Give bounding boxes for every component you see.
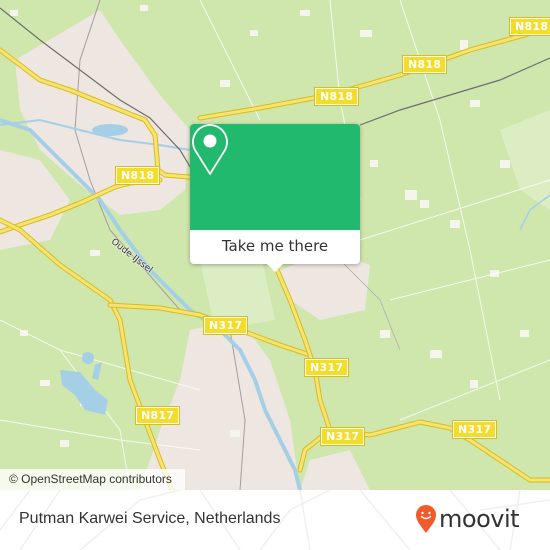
road-label-n317: N317 xyxy=(319,427,366,446)
road-label-n818: N818 xyxy=(114,166,161,185)
road-label-n317: N317 xyxy=(451,420,498,439)
moovit-logo[interactable]: moovit xyxy=(415,502,520,536)
popup-pointer xyxy=(266,263,284,272)
road-label-n818: N818 xyxy=(313,87,360,106)
map-pin-icon xyxy=(192,124,228,175)
road-label-n317: N317 xyxy=(202,316,249,335)
popup-header xyxy=(190,124,360,230)
take-me-there-button[interactable]: Take me there xyxy=(190,230,360,264)
map-view[interactable]: N818 N818 N818 N818 N317 N317 N317 N317 … xyxy=(0,0,550,490)
map-attribution[interactable]: © OpenStreetMap contributors xyxy=(0,469,185,490)
lake xyxy=(92,362,102,380)
road-label-n818: N818 xyxy=(508,17,550,36)
road-label-n817: N817 xyxy=(134,406,181,425)
road-label-n317: N317 xyxy=(303,358,350,377)
moovit-pin-icon xyxy=(416,505,436,533)
place-name: Putman Karwei Service, Netherlands xyxy=(19,510,281,527)
footer-bar: Putman Karwei Service, Netherlands moovi… xyxy=(0,490,550,550)
lake xyxy=(82,352,94,364)
moovit-wordmark: moovit xyxy=(439,505,520,533)
urban-area xyxy=(300,450,370,490)
location-popup: Take me there xyxy=(190,124,360,272)
lake xyxy=(60,370,108,415)
lake xyxy=(92,124,128,136)
road-label-n818: N818 xyxy=(401,55,448,74)
